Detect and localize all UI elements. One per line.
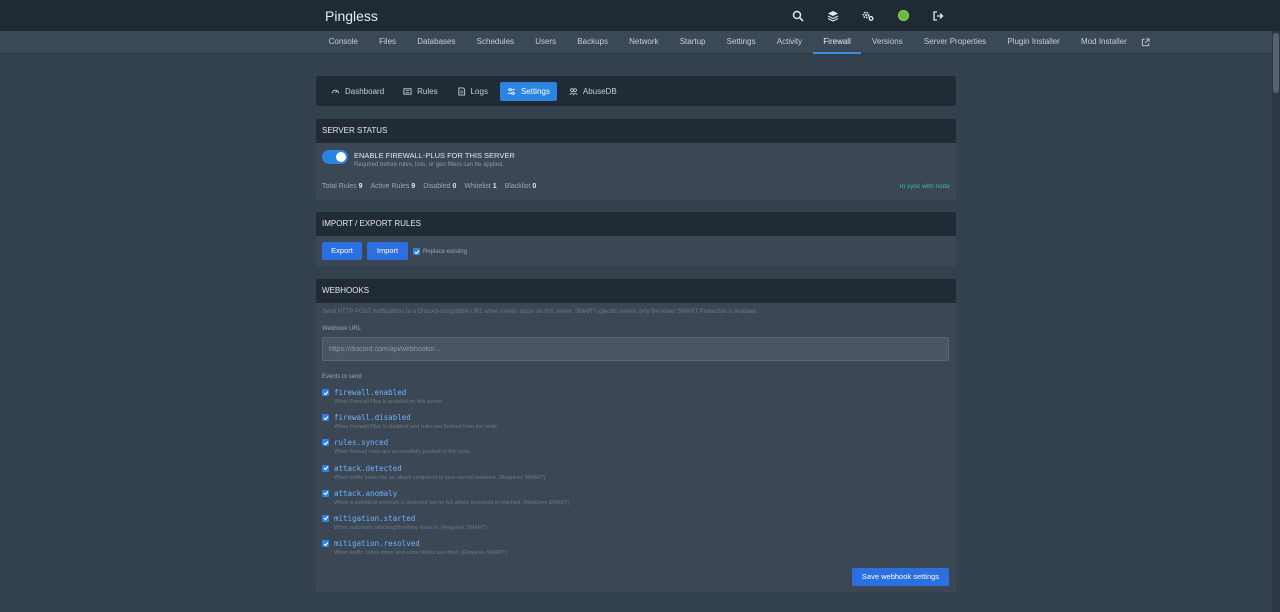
layers-icon[interactable] <box>823 6 843 26</box>
save-webhook-button[interactable]: Save webhook settings <box>852 568 949 586</box>
check-icon[interactable] <box>322 414 329 422</box>
firewall-subtabs: Dashboard Rules Logs Settings AbuseDB <box>316 76 956 106</box>
subtab-logs[interactable]: Logs <box>450 82 495 101</box>
replace-existing-label: Replace existing <box>423 248 468 255</box>
export-button[interactable]: Export <box>322 242 362 260</box>
nav-startup[interactable]: Startup <box>669 31 716 54</box>
stat-total-rules: Total Rules 9 <box>322 183 363 190</box>
check-icon[interactable] <box>322 464 329 472</box>
stat-disabled: Disabled 0 <box>423 183 457 190</box>
subtab-label: Dashboard <box>345 86 385 96</box>
event-description: When a statistical anomaly is detected b… <box>334 499 570 506</box>
nav-users[interactable]: Users <box>525 31 567 54</box>
rule-stats: Total Rules 9 Active Rules 9 Disabled 0 … <box>322 183 544 190</box>
sliders-icon <box>507 87 516 95</box>
webhook-url-label: Webhook URL <box>322 326 361 332</box>
toggle-subtitle: Required before rules, lists, or geo fil… <box>354 162 505 168</box>
sync-status: In sync with node <box>899 183 950 190</box>
check-icon[interactable] <box>322 489 329 497</box>
import-export-card: IMPORT / EXPORT RULES Export Import Repl… <box>316 212 956 266</box>
firewall-enable-toggle[interactable] <box>322 150 348 164</box>
nav-backups[interactable]: Backups <box>567 31 619 54</box>
event-name: attack.detected <box>334 463 402 473</box>
nav-firewall[interactable]: Firewall <box>812 31 862 54</box>
stat-whitelist: Whitelist 1 <box>464 183 497 190</box>
scrollbar-thumb[interactable] <box>1273 33 1279 93</box>
stat-active-rules: Active Rules 9 <box>370 183 416 190</box>
avatar-icon[interactable] <box>893 6 913 26</box>
external-link-icon[interactable] <box>1141 38 1150 47</box>
scrollbar-track[interactable] <box>1272 31 1280 612</box>
event-description: When traffic looks like an attack compar… <box>334 474 546 481</box>
settings-cogs-icon[interactable] <box>858 6 878 26</box>
rules-icon <box>403 87 412 95</box>
subtab-label: Settings <box>520 86 550 96</box>
event-description: When firewall rules are successfully pus… <box>334 449 472 456</box>
replace-existing-checkbox[interactable]: Replace existing <box>413 248 467 255</box>
event-name: firewall.enabled <box>334 388 407 397</box>
subtab-settings[interactable]: Settings <box>499 81 557 101</box>
event-description: When Firewall Plus is disabled and rules… <box>334 424 499 431</box>
import-button[interactable]: Import <box>367 242 408 260</box>
subtab-rules[interactable]: Rules <box>396 82 444 101</box>
nav-versions[interactable]: Versions <box>861 31 913 54</box>
gauge-icon <box>331 89 340 93</box>
event-name: firewall.disabled <box>334 413 411 423</box>
nav-console[interactable]: Console <box>318 31 369 54</box>
nav-files[interactable]: Files <box>369 31 407 54</box>
check-icon[interactable] <box>322 389 329 396</box>
events-label: Events to send <box>322 374 362 380</box>
app-title[interactable]: Pingless <box>325 8 378 24</box>
logs-icon <box>457 86 465 96</box>
subtab-label: Rules <box>417 86 438 96</box>
nav-settings[interactable]: Settings <box>716 31 766 54</box>
webhooks-description: Send HTTP POST notifications to a Discor… <box>322 309 758 315</box>
subtab-label: Logs <box>470 86 488 96</box>
logout-icon[interactable] <box>928 6 948 26</box>
users-icon <box>569 87 578 95</box>
webhooks-header: WEBHOOKS <box>316 279 956 303</box>
nav-plugin-installer[interactable]: Plugin Installer <box>997 31 1071 54</box>
webhooks-card: WEBHOOKS Send HTTP POST notifications to… <box>316 279 956 592</box>
check-icon[interactable] <box>322 514 329 522</box>
nav-mod-installer[interactable]: Mod Installer <box>1070 31 1137 54</box>
subtab-dashboard[interactable]: Dashboard <box>324 82 391 101</box>
check-icon <box>413 248 420 255</box>
toggle-title: ENABLE FIREWALL-PLUS FOR THIS SERVER <box>354 151 515 160</box>
event-name: attack.anomaly <box>334 488 398 498</box>
nav-activity[interactable]: Activity <box>766 31 813 54</box>
check-icon[interactable] <box>322 439 329 447</box>
server-nav: Console Files Databases Schedules Users … <box>318 31 1150 54</box>
import-export-header: IMPORT / EXPORT RULES <box>316 212 956 236</box>
subtab-abusedb[interactable]: AbuseDB <box>562 82 624 101</box>
event-name: rules.synced <box>334 438 389 448</box>
top-bar: Pingless <box>0 0 1280 31</box>
event-name: mitigation.started <box>334 513 416 523</box>
server-nav-bar: Console Files Databases Schedules Users … <box>0 31 1280 54</box>
check-icon[interactable] <box>322 540 329 548</box>
event-name: mitigation.resolved <box>334 539 420 549</box>
search-icon[interactable] <box>788 6 808 26</box>
webhook-url-input[interactable] <box>322 337 949 361</box>
subtab-label: AbuseDB <box>582 86 617 96</box>
nav-server-properties[interactable]: Server Properties <box>913 31 996 54</box>
stat-blacklist: Blacklist 0 <box>504 183 537 190</box>
event-description: When traffic calms down and extra blocks… <box>334 550 508 557</box>
server-status-header: SERVER STATUS <box>316 119 956 143</box>
event-description: When automatic blocking/throttling kicks… <box>334 524 488 531</box>
server-status-card: SERVER STATUS ENABLE FIREWALL-PLUS FOR T… <box>316 119 956 200</box>
top-icons <box>788 0 963 31</box>
nav-network[interactable]: Network <box>619 31 670 54</box>
nav-schedules[interactable]: Schedules <box>466 31 525 54</box>
nav-databases[interactable]: Databases <box>407 31 466 54</box>
event-description: When Firewall Plus is enabled on this se… <box>334 399 444 405</box>
